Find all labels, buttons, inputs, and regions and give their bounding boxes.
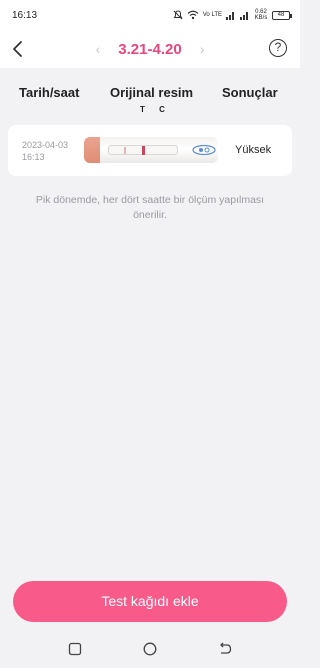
status-time: 16:13 xyxy=(12,9,38,21)
wifi-icon xyxy=(187,10,199,20)
strip-logo-icon xyxy=(192,144,216,156)
measurement-tip: Pik dönemde, her dört saatte bir ölçüm y… xyxy=(35,194,265,221)
system-nav-bar xyxy=(0,630,300,668)
table-row[interactable]: 2023-04-03 16:13 Yüksek xyxy=(8,125,292,176)
signal-icon xyxy=(226,12,234,20)
help-button[interactable]: ? xyxy=(269,39,287,57)
network-label: Vo LTE xyxy=(202,12,222,18)
recent-apps-icon[interactable] xyxy=(67,641,83,657)
status-bar: 16:13 Vo LTE 0.62 KB/s 48 xyxy=(0,0,300,30)
add-test-paper-button[interactable]: Test kağıdı ekle xyxy=(13,581,287,622)
table-header: Tarih/saat Orijinal resim Sonuçlar T C xyxy=(0,68,300,120)
battery-icon: 48 xyxy=(272,10,292,20)
back-nav-icon[interactable] xyxy=(217,641,233,657)
column-image: Orijinal resim xyxy=(110,85,194,100)
dnd-icon xyxy=(173,10,183,20)
speed-label: 0.62 KB/s xyxy=(254,9,268,21)
strip-line xyxy=(124,147,126,154)
home-icon[interactable] xyxy=(142,641,158,657)
period-nav: ‹ 3.21-4.20 › xyxy=(0,30,300,68)
strip-line xyxy=(142,146,145,155)
strip-sample-end xyxy=(84,137,100,163)
period-label: 3.21-4.20 xyxy=(118,40,182,58)
question-circle-icon: ? xyxy=(274,40,282,54)
prev-period-button[interactable]: ‹ xyxy=(96,41,101,57)
tc-marker-labels: T C xyxy=(140,105,171,114)
row-datetime: 2023-04-03 16:13 xyxy=(22,139,68,163)
signal-icon-2 xyxy=(240,12,248,20)
row-time: 16:13 xyxy=(22,152,45,162)
top-header: ‹ 3.21-4.20 › ? xyxy=(0,30,300,68)
row-date: 2023-04-03 xyxy=(22,140,69,150)
status-icons: Vo LTE 0.62 KB/s 48 xyxy=(173,9,292,21)
test-strip-image[interactable] xyxy=(84,137,218,163)
next-period-button[interactable]: › xyxy=(200,41,205,57)
column-date: Tarih/saat xyxy=(19,85,80,100)
column-result: Sonuçlar xyxy=(222,85,278,100)
row-result: Yüksek xyxy=(235,144,272,156)
